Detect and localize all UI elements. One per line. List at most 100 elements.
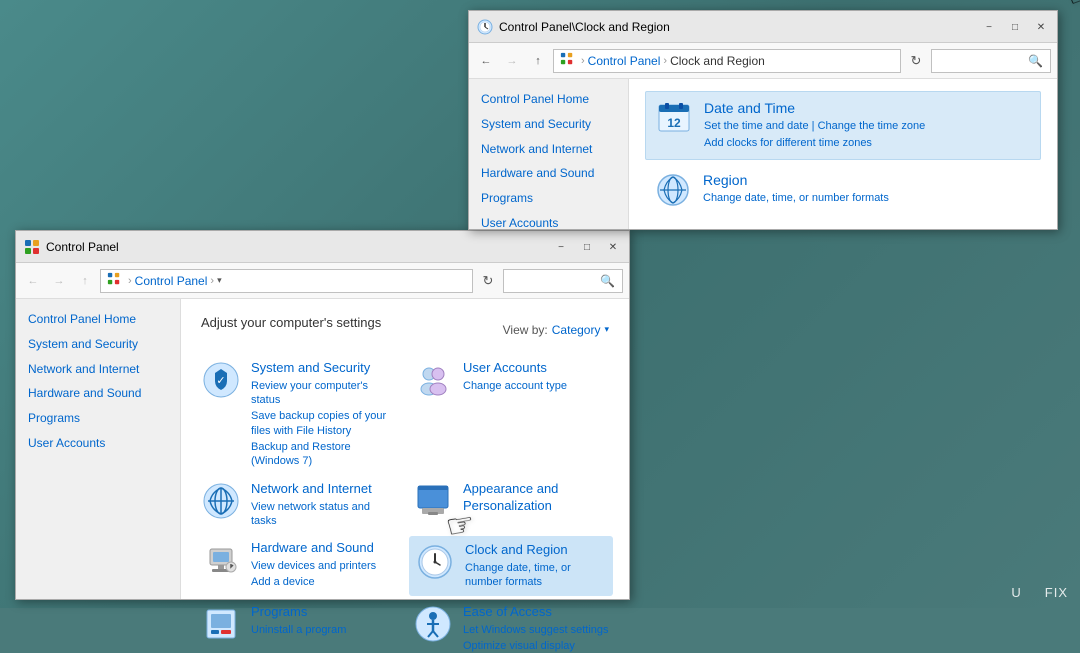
cr-search-icon[interactable]: 🔍 — [1028, 54, 1043, 68]
cr-nav-programs[interactable]: Programs — [469, 186, 628, 211]
cat-user-text: User Accounts Change account type — [463, 360, 609, 393]
cr-back-button[interactable]: ← — [475, 50, 497, 72]
cr-window-icon — [477, 19, 493, 35]
cat-ease-link1[interactable]: Let Windows suggest settings — [463, 624, 609, 636]
cr-up-button[interactable]: ↑ — [527, 50, 549, 72]
cat-network-link1[interactable]: View network status and tasks — [251, 501, 370, 527]
cp-path-panel[interactable]: Control Panel — [135, 274, 208, 288]
cat-programs-icon — [201, 604, 241, 644]
cr-region-links: Change date, time, or number formats — [703, 190, 1031, 207]
cat-hardware-link2[interactable]: Add a device — [251, 576, 315, 588]
cat-clock-sub1: Change date, time, or number formats — [465, 561, 607, 590]
cat-programs-text: Programs Uninstall a program — [251, 604, 397, 637]
cr-path-icon — [560, 52, 574, 69]
cr-date-time-links: Set the time and date | Change the time … — [704, 118, 1030, 151]
cat-system-link3[interactable]: Backup and Restore (Windows 7) — [251, 441, 351, 467]
cat-programs: Programs Uninstall a program — [201, 604, 397, 653]
cr-date-time-icon: 12 — [656, 100, 692, 136]
cr-nav-user[interactable]: User Accounts — [469, 211, 628, 236]
cat-programs-title[interactable]: Programs — [251, 604, 397, 621]
cp-address-bar: ← → ↑ › Control Panel › ▾ ↻ — [16, 263, 629, 299]
cat-clock-link1[interactable]: Change date, time, or number formats — [465, 562, 571, 588]
cat-system-icon: ✓ — [201, 360, 241, 400]
cr-window-title: Control Panel\Clock and Region — [499, 20, 1049, 34]
cr-change-timezone-link[interactable]: Change the time zone — [818, 120, 926, 132]
watermark-text: U FIX — [1011, 585, 1068, 600]
cr-close-button[interactable]: ✕ — [1029, 15, 1053, 39]
cat-clock-title[interactable]: Clock and Region — [465, 542, 607, 559]
cr-nav-home[interactable]: Control Panel Home — [469, 87, 628, 112]
cr-nav-hardware[interactable]: Hardware and Sound — [469, 161, 628, 186]
cat-programs-link1[interactable]: Uninstall a program — [251, 624, 346, 636]
cr-region-link1[interactable]: Change date, time, or number formats — [703, 192, 889, 204]
cp-view-by-value[interactable]: Category — [552, 323, 601, 337]
cr-search-box[interactable]: 🔍 — [931, 49, 1051, 73]
cp-maximize-button[interactable]: □ — [575, 235, 599, 259]
cp-search-input[interactable] — [510, 275, 600, 287]
svg-text:✓: ✓ — [216, 375, 225, 387]
cat-hardware-title[interactable]: Hardware and Sound — [251, 540, 397, 557]
cat-hardware-link1[interactable]: View devices and printers — [251, 560, 376, 572]
cp-forward-button[interactable]: → — [48, 270, 70, 292]
cp-back-button[interactable]: ← — [22, 270, 44, 292]
cat-system-sub3: Backup and Restore (Windows 7) — [251, 440, 397, 469]
cp-path-sep2: › — [210, 275, 214, 287]
cp-content: Control Panel Home System and Security N… — [16, 299, 629, 599]
cp-nav-system[interactable]: System and Security — [16, 332, 180, 357]
cat-ease-title[interactable]: Ease of Access — [463, 604, 609, 621]
cp-nav-hardware[interactable]: Hardware and Sound — [16, 381, 180, 406]
cat-system-link2[interactable]: Save backup copies of your files with Fi… — [251, 410, 386, 436]
cat-appearance-icon — [413, 481, 453, 521]
cat-user-title[interactable]: User Accounts — [463, 360, 609, 377]
cp-search-icon[interactable]: 🔍 — [600, 274, 615, 288]
cr-nav-network[interactable]: Network and Internet — [469, 137, 628, 162]
cr-region-title[interactable]: Region — [703, 172, 1031, 188]
cr-window-controls: − □ ✕ — [977, 15, 1053, 39]
cat-ease-icon — [413, 604, 453, 644]
cp-up-button[interactable]: ↑ — [74, 270, 96, 292]
cat-user-icon — [413, 360, 453, 400]
cr-add-clocks-link[interactable]: Add clocks for different time zones — [704, 137, 872, 149]
cat-system-title[interactable]: System and Security — [251, 360, 397, 377]
cr-address-path[interactable]: › Control Panel › Clock and Region — [553, 49, 901, 73]
cat-appearance: Appearance and Personalization — [413, 481, 609, 528]
cr-minimize-button[interactable]: − — [977, 15, 1001, 39]
clock-region-window: Control Panel\Clock and Region − □ ✕ ← →… — [468, 10, 1058, 230]
cr-nav-system[interactable]: System and Security — [469, 112, 628, 137]
cat-user-sub1: Change account type — [463, 379, 609, 393]
watermark: U FIX — [1011, 585, 1068, 600]
cat-hardware: Hardware and Sound View devices and prin… — [201, 540, 397, 591]
cp-nav-programs[interactable]: Programs — [16, 406, 180, 431]
cat-system-link1[interactable]: Review your computer's status — [251, 380, 368, 406]
cr-path-panel[interactable]: Control Panel — [588, 54, 661, 68]
cat-network-sub1: View network status and tasks — [251, 500, 397, 529]
cp-nav-home[interactable]: Control Panel Home — [16, 307, 180, 332]
cp-view-by-label: View by: — [503, 323, 548, 337]
cr-forward-button[interactable]: → — [501, 50, 523, 72]
cr-maximize-button[interactable]: □ — [1003, 15, 1027, 39]
cr-set-time-link[interactable]: Set the time and date — [704, 120, 809, 132]
cp-refresh-button[interactable]: ↻ — [477, 270, 499, 292]
cp-close-button[interactable]: ✕ — [601, 235, 625, 259]
cp-search-box[interactable]: 🔍 — [503, 269, 623, 293]
cat-appearance-title[interactable]: Appearance and Personalization — [463, 481, 609, 515]
cat-network-title[interactable]: Network and Internet — [251, 481, 397, 498]
cp-address-path[interactable]: › Control Panel › ▾ — [100, 269, 473, 293]
cr-content: Control Panel Home System and Security N… — [469, 79, 1057, 229]
cr-date-time-title[interactable]: Date and Time — [704, 100, 1030, 116]
cp-nav-user[interactable]: User Accounts — [16, 431, 180, 456]
cr-sidebar: Control Panel Home System and Security N… — [469, 79, 629, 229]
cat-user-link1[interactable]: Change account type — [463, 380, 567, 392]
cr-refresh-button[interactable]: ↻ — [905, 50, 927, 72]
cr-main-area: 12 Date and Time Set the time and date |… — [629, 79, 1057, 229]
cr-search-input[interactable] — [938, 55, 1028, 67]
cp-minimize-button[interactable]: − — [549, 235, 573, 259]
cp-path-dropdown[interactable]: ▾ — [217, 275, 222, 286]
desktop: Control Panel − □ ✕ ← → ↑ — [0, 0, 1080, 608]
control-panel-window: Control Panel − □ ✕ ← → ↑ — [15, 230, 630, 600]
cat-ease-link2[interactable]: Optimize visual display — [463, 640, 575, 652]
cp-view-dropdown-icon[interactable]: ▾ — [604, 324, 609, 335]
cp-nav-network[interactable]: Network and Internet — [16, 357, 180, 382]
cp-path-sep1: › — [128, 275, 132, 287]
cat-hardware-icon — [201, 540, 241, 580]
